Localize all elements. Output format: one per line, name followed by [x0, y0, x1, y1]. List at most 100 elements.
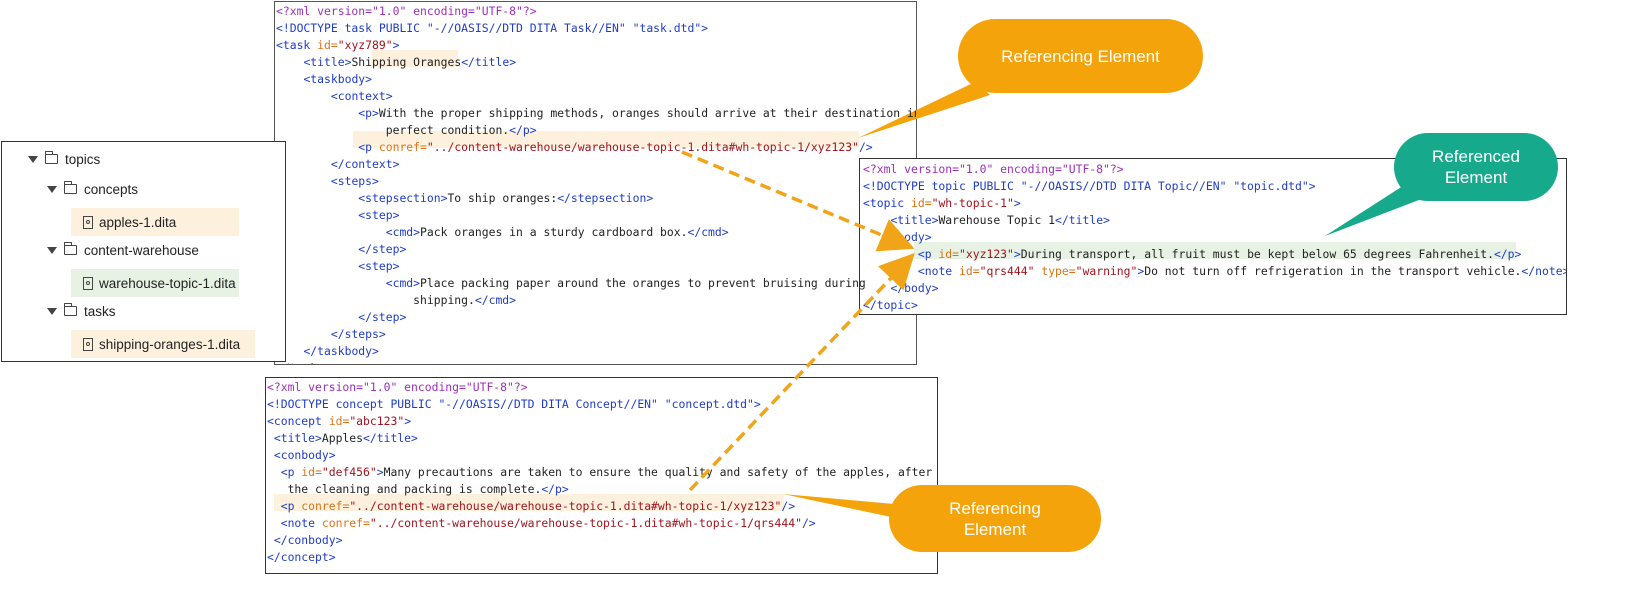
code-token: "warning" [1075, 264, 1138, 278]
tree-file-warehouse-topic[interactable]: warehouse-topic-1.dita [71, 269, 239, 297]
code-line: </taskbody> [276, 343, 916, 360]
code-line: </steps> [276, 326, 916, 343]
expand-arrow-icon[interactable] [47, 185, 57, 193]
code-token: <p [917, 247, 939, 261]
callout-referenced-label: Referenced Element [1432, 147, 1520, 187]
code-token: > [1013, 196, 1021, 210]
tree-file-label: warehouse-topic-1.dita [99, 275, 236, 291]
code-token: <stepsection> [358, 191, 448, 205]
code-line: <note id="qrs444" type="warning">Do not … [863, 263, 1567, 280]
code-token: </title> [363, 431, 418, 445]
concept-xml-panel: <?xml version="1.0" encoding="UTF-8"?> <!… [265, 377, 938, 574]
code-token: "def456" [321, 465, 377, 479]
code-token: </step> [358, 310, 407, 324]
folder-icon [64, 242, 77, 255]
code-token: <p> [358, 106, 379, 120]
code-line: <concept id="abc123"> [267, 413, 932, 430]
expand-arrow-icon[interactable] [28, 155, 38, 163]
tree-folder-topics[interactable]: topics [28, 146, 100, 172]
code-token: Warehouse Topic 1 [938, 213, 1056, 227]
code-token: "xyz789" [337, 38, 393, 52]
code-token: type= [1041, 264, 1076, 278]
tree-file-shipping-oranges[interactable]: shipping-oranges-1.dita [71, 330, 255, 358]
code-token: </cmd> [474, 293, 517, 307]
code-line: <p conref="../content-warehouse/warehous… [267, 498, 932, 515]
task-xml-panel: <?xml version="1.0" encoding="UTF-8"?> <!… [274, 1, 917, 365]
code-token: Pack oranges in a sturdy cardboard box. [420, 225, 688, 239]
code-line: </conbody> [267, 532, 932, 549]
code-token: <p [358, 140, 379, 154]
tree-folder-concepts[interactable]: concepts [47, 176, 138, 202]
code-token: > [404, 414, 412, 428]
code-token: With the proper shipping methods, orange… [378, 106, 917, 120]
code-token: "abc123" [349, 414, 405, 428]
code-token: shipping. [276, 293, 475, 307]
code-line: the cleaning and packing is complete.</p… [267, 481, 932, 498]
code-line: </step> [276, 309, 916, 326]
code-line: <step> [276, 207, 916, 224]
tree-file-apples[interactable]: apples-1.dita [71, 208, 239, 236]
code-token: "../content-warehouse/warehouse-topic-1.… [349, 499, 782, 513]
task-xml-code: <?xml version="1.0" encoding="UTF-8"?> <!… [276, 3, 917, 364]
code-token: Apples [321, 431, 364, 445]
code-token: <p [280, 499, 302, 513]
tree-folder-label: content-warehouse [84, 242, 199, 258]
code-token: To ship oranges: [447, 191, 558, 205]
tree-file-label: apples-1.dita [99, 214, 177, 230]
code-token: conref= [301, 499, 350, 513]
folder-icon [64, 303, 77, 316]
code-token: </p> [541, 482, 569, 496]
code-token: </taskbody> [303, 344, 379, 358]
code-token: Many precautions are taken to ensure the… [383, 465, 933, 479]
code-token: </stepsection> [557, 191, 654, 205]
expand-arrow-icon[interactable] [47, 246, 57, 254]
code-token: During transport, all fruit must be kept… [1020, 247, 1494, 261]
folder-icon [64, 181, 77, 194]
code-token: </steps> [330, 327, 386, 341]
code-line: <!DOCTYPE task PUBLIC "-//OASIS//DTD DIT… [276, 20, 916, 37]
code-token: "../content-warehouse/warehouse-topic-1.… [426, 140, 859, 154]
code-token: </p> [1493, 247, 1522, 261]
code-token: <!DOCTYPE concept PUBLIC "-//OASIS//DTD … [267, 397, 761, 411]
code-token: > [392, 38, 400, 52]
code-token: </context> [330, 157, 400, 171]
code-line: <p id="def456">Many precautions are take… [267, 464, 933, 481]
code-token: </note> [1521, 264, 1567, 278]
code-token: <?xml version="1.0" encoding="UTF-8"?> [276, 4, 537, 18]
code-line: <stepsection>To ship oranges:</stepsecti… [276, 190, 916, 207]
code-line: <cmd>Place packing paper around the oran… [276, 275, 916, 292]
code-token: </conbody> [273, 533, 343, 547]
concept-xml-code: <?xml version="1.0" encoding="UTF-8"?> <!… [267, 379, 932, 566]
code-token: <note [917, 264, 960, 278]
code-line: <step> [276, 258, 916, 275]
code-line: <note conref="../content-warehouse/wareh… [267, 515, 932, 532]
code-token: id= [301, 465, 322, 479]
tree-folder-content-warehouse[interactable]: content-warehouse [47, 237, 199, 263]
code-token: id= [328, 414, 350, 428]
code-token: <note [280, 516, 322, 530]
code-token: </p> [509, 123, 537, 137]
dita-file-icon [83, 337, 93, 351]
code-token: <cmd> [385, 225, 421, 239]
file-tree-panel: topics concepts apples-1.dita content-wa… [1, 141, 286, 362]
code-line: </task> [276, 360, 916, 364]
code-token: </concept> [267, 550, 336, 564]
code-token: <?xml version="1.0" encoding="UTF-8"?> [267, 380, 528, 394]
code-token: /> [858, 140, 873, 154]
tree-folder-label: concepts [84, 181, 139, 197]
tree-folder-tasks[interactable]: tasks [47, 298, 116, 324]
code-token: conref= [321, 516, 370, 530]
code-line: <title>Shipping Oranges</title> [276, 54, 916, 71]
code-token: > [1013, 247, 1021, 261]
expand-arrow-icon[interactable] [47, 307, 57, 315]
